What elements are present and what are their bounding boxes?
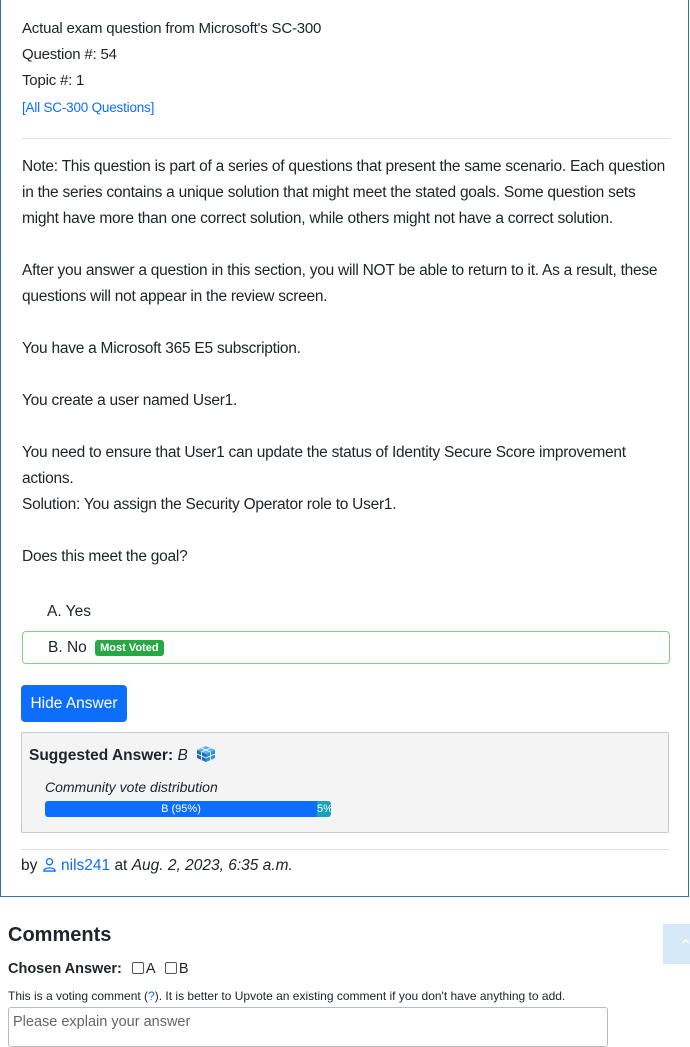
question-number: Question #: 54 [22, 46, 117, 63]
note-text: ). It is better to Upvote an existing co… [154, 989, 566, 1003]
hide-answer-button[interactable]: Hide Answer [21, 685, 127, 722]
question-paragraph: After you answer a question in this sect… [22, 262, 658, 305]
choice-a[interactable]: A. Yes [22, 596, 670, 629]
chevron-up-icon: ⌃ [679, 938, 690, 955]
post-date: Aug. 2, 2023, 6:35 a.m. [131, 857, 293, 874]
comment-placeholder: Please explain your answer [13, 1014, 191, 1030]
byline: by nils241 at Aug. 2, 2023, 6:35 a.m. [21, 857, 293, 875]
scroll-to-top-button[interactable]: ⌃ [663, 924, 690, 964]
question-paragraph: Note: This question is part of a series … [22, 158, 665, 227]
suggested-answer: Suggested Answer: B [29, 745, 216, 768]
choice-b[interactable]: B. No Most Voted [22, 631, 670, 664]
vote-bar-other: 5% [317, 801, 331, 817]
help-link[interactable]: ? [148, 989, 155, 1003]
suggested-answer-label: Suggested Answer: [29, 747, 174, 764]
suggested-answer-value: B [177, 747, 188, 764]
byline-by: by [21, 857, 38, 874]
comment-textarea[interactable]: Please explain your answer [8, 1007, 608, 1047]
question-paragraph: Solution: You assign the Security Operat… [22, 496, 397, 513]
question-paragraph: You create a user named User1. [22, 392, 238, 409]
choice-label: A. Yes [47, 603, 91, 620]
divider [22, 138, 670, 139]
author-link[interactable]: nils241 [42, 857, 115, 874]
checkbox-a[interactable] [131, 962, 144, 974]
question-paragraph: Does this meet the goal? [22, 548, 188, 565]
topic-number: Topic #: 1 [22, 72, 85, 89]
vote-distribution-bar: B (95%) 5% [45, 801, 331, 817]
voting-comment-note: This is a voting comment (?). It is bett… [8, 989, 565, 1003]
byline-at: at [114, 857, 128, 874]
author-name: nils241 [61, 857, 111, 874]
user-icon [42, 857, 56, 872]
divider [21, 849, 669, 850]
most-voted-badge: Most Voted [95, 640, 164, 656]
vote-distribution-title: Community vote distribution [45, 779, 218, 795]
choice-label: B. No [48, 639, 87, 656]
answer-box: Suggested Answer: B Community vote distr… [21, 732, 669, 833]
cube-icon[interactable] [196, 745, 216, 768]
exam-title: Actual exam question from Microsoft's SC… [22, 20, 322, 37]
vote-bar-b: B (95%) [45, 801, 317, 817]
checkbox-b[interactable] [164, 962, 177, 974]
chosen-answer-label: Chosen Answer: [8, 961, 122, 977]
question-paragraph: You need to ensure that User1 can update… [22, 444, 626, 487]
checkbox-b-label: B [178, 961, 189, 977]
chosen-answer-row: Chosen Answer: A B [8, 961, 188, 977]
note-text: This is a voting comment ( [8, 989, 149, 1003]
question-paragraph: You have a Microsoft 365 E5 subscription… [22, 340, 301, 357]
comments-title: Comments [8, 924, 112, 946]
all-questions-link[interactable]: [All SC-300 Questions] [22, 100, 154, 115]
checkbox-a-label: A [145, 961, 155, 977]
